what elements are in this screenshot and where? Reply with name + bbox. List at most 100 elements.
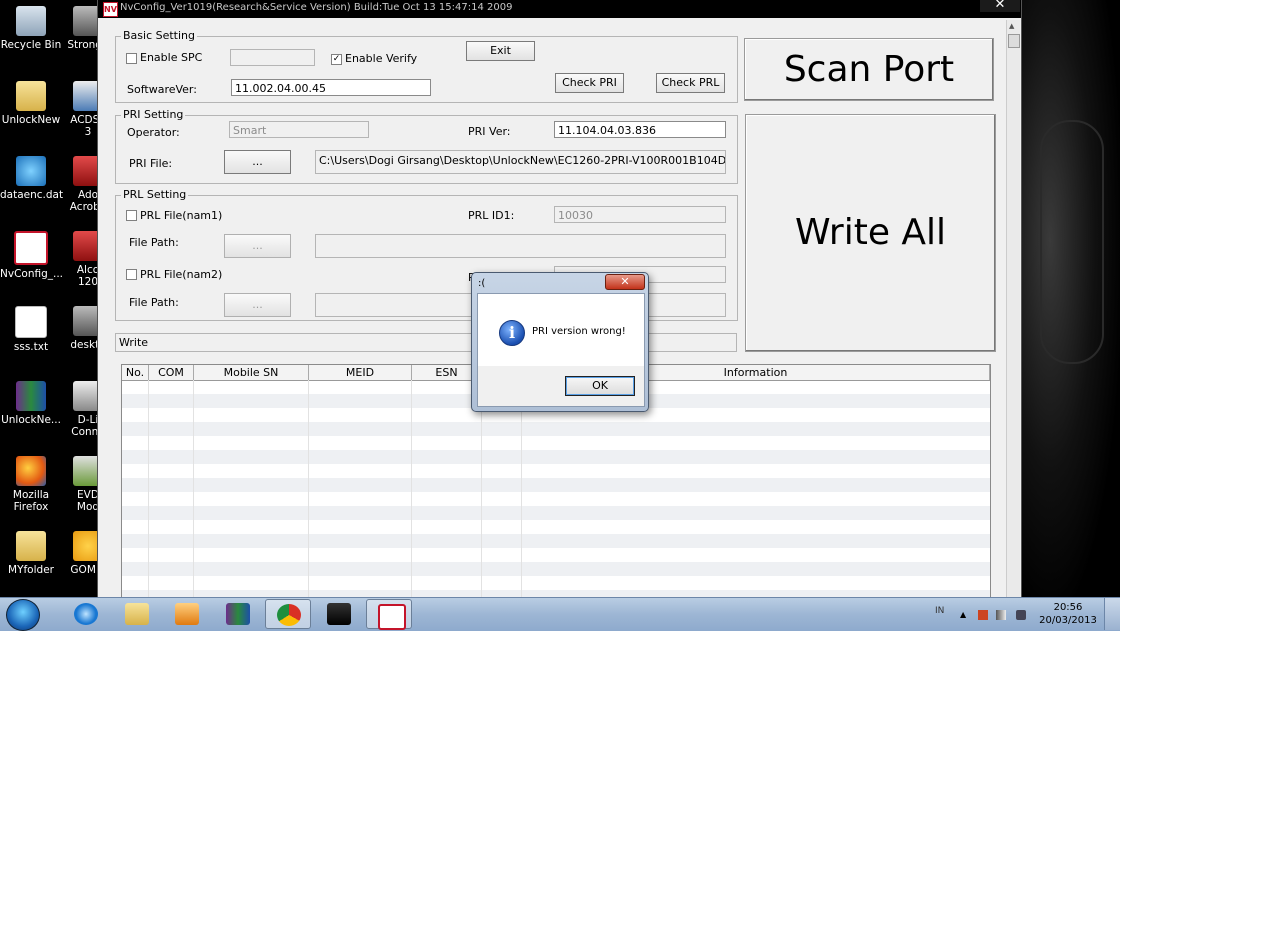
column-divider [308,380,309,599]
table-row[interactable] [122,492,990,506]
desktop-icon[interactable]: Recycle Bin [0,2,62,51]
media-player-classic-icon [327,603,351,625]
vertical-scrollbar[interactable]: ▲ [1006,20,1020,598]
column-divider [193,380,194,599]
desktop-icon[interactable]: UnlockNew [0,77,62,126]
folder-icon [16,81,46,111]
scan-port-button[interactable]: Scan Port [744,38,994,101]
media-player-icon [175,603,199,625]
column-divider [521,380,522,599]
pri-file-path-input[interactable]: C:\Users\Dogi Girsang\Desktop\UnlockNew\… [315,150,726,174]
clock[interactable]: 20:56 20/03/2013 [1038,601,1098,627]
pri-file-label: PRI File: [129,157,173,170]
desktop-icon[interactable]: NvConfig_... [0,227,64,280]
column-header[interactable]: Mobile SN [194,365,309,380]
prl-id1-label: PRL ID1: [468,209,515,222]
pri-ver-input[interactable]: 11.104.04.03.836 [554,121,726,138]
show-hidden-icons-icon[interactable]: ▲ [960,610,970,620]
spc-input[interactable] [230,49,315,66]
prl-nam1-label: PRL File(nam1) [140,209,223,222]
internet-explorer-icon [74,603,98,625]
nvconfig-icon [378,604,406,630]
start-button[interactable] [6,599,40,631]
desktop-icon-label: Mozilla Firefox [12,489,50,513]
check-pri-button[interactable]: Check PRI [555,73,624,93]
firefox-icon [16,456,46,486]
enable-verify-checkbox[interactable]: ✓ [331,54,342,65]
column-header[interactable]: No. [122,365,149,380]
pri-ver-label: PRI Ver: [468,125,511,138]
volume-icon[interactable] [1016,610,1026,620]
pri-file-browse-button[interactable]: ... [224,150,291,174]
prl-nam1-checkbox[interactable] [126,210,137,221]
language-indicator[interactable]: IN [935,606,944,616]
enable-spc-label: Enable SPC [140,51,203,64]
show-desktop-button[interactable] [1104,598,1120,630]
table-row[interactable] [122,436,990,450]
clock-time: 20:56 [1053,602,1083,613]
prl-setting-title: PRL Setting [121,188,189,201]
window-close-button[interactable]: ✕ [980,0,1020,12]
table-row[interactable] [122,548,990,562]
action-center-icon[interactable] [978,610,988,620]
recycle-bin-icon [16,6,46,36]
desktop-icon[interactable]: dataenc.dat [0,152,63,201]
table-row[interactable] [122,478,990,492]
desktop-icon-label: UnlockNe... [1,414,61,426]
scroll-up-icon[interactable]: ▲ [1009,22,1014,30]
taskbar-button[interactable] [63,599,109,629]
column-header[interactable]: MEID [309,365,412,380]
taskbar-button[interactable] [316,599,362,629]
scrollbar-thumb[interactable] [1008,34,1020,48]
prl-nam1-browse-button[interactable]: ... [224,234,291,258]
check-prl-button[interactable]: Check PRL [656,73,725,93]
desktop-icon-label: UnlockNew [1,114,61,126]
write-all-button[interactable]: Write All [745,114,996,352]
dialog-message: PRI version wrong! [532,326,626,337]
desktop-icon[interactable]: MYfolder [0,527,62,576]
prl-id1-input[interactable]: 10030 [554,206,726,223]
dialog-title: :( [478,278,486,289]
nvconfig-icon [14,231,48,265]
taskbar-button[interactable] [265,599,311,629]
table-row[interactable] [122,450,990,464]
column-header[interactable]: COM [149,365,194,380]
network-icon[interactable] [996,610,1006,620]
desktop-icon-label: NvConfig_... [0,268,64,280]
prl-nam2-checkbox[interactable] [126,269,137,280]
prl-nam1-file-path-label: File Path: [129,236,179,249]
dialog-close-button[interactable]: ✕ [605,274,645,290]
ok-button[interactable]: OK [565,376,635,396]
table-row[interactable] [122,576,990,590]
software-ver-input[interactable]: 11.002.04.00.45 [231,79,431,96]
title-bar[interactable]: NV NvConfig_Ver1019(Research&Service Ver… [98,0,1021,18]
prl-nam2-file-path-label: File Path: [129,296,179,309]
taskbar-button[interactable] [366,599,412,630]
prl-nam2-label: PRL File(nam2) [140,268,223,281]
winrar-icon [226,603,250,625]
column-divider [411,380,412,599]
desktop-icon[interactable]: UnlockNe... [0,377,62,426]
prl-nam1-path-input[interactable] [315,234,726,258]
table-row[interactable] [122,534,990,548]
table-row[interactable] [122,464,990,478]
taskbar-button[interactable] [114,599,160,629]
message-dialog: :( ✕ i PRI version wrong! OK [471,272,649,412]
text-file-icon [15,306,47,338]
desktop-icon[interactable]: Mozilla Firefox [0,452,62,513]
table-row[interactable] [122,506,990,520]
taskbar: IN ▲ 20:56 20/03/2013 [0,597,1120,631]
dialog-footer: OK [477,366,645,407]
taskbar-button[interactable] [164,599,210,629]
table-row[interactable] [122,562,990,576]
table-row[interactable] [122,422,990,436]
enable-spc-checkbox[interactable] [126,53,137,64]
column-divider [148,380,149,599]
table-row[interactable] [122,520,990,534]
operator-input[interactable]: Smart [229,121,369,138]
prl-nam2-browse-button[interactable]: ... [224,293,291,317]
nvconfig-app-icon: NV [103,2,118,17]
desktop-icon[interactable]: sss.txt [0,302,62,353]
exit-button[interactable]: Exit [466,41,535,61]
taskbar-button[interactable] [215,599,261,629]
